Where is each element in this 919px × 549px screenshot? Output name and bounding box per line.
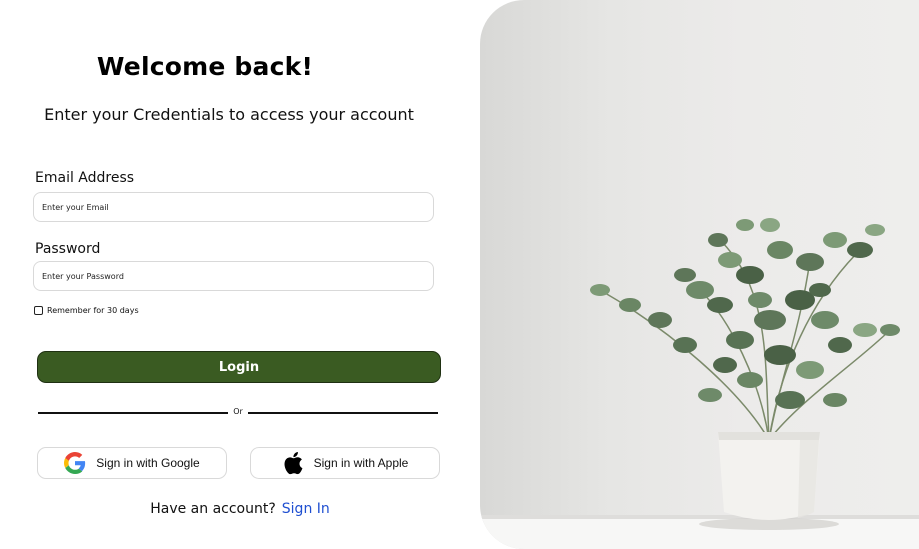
divider-line-right xyxy=(248,412,438,414)
password-input[interactable] xyxy=(33,261,434,291)
signin-link[interactable]: Sign In xyxy=(282,501,330,517)
signin-prompt: Have an account? Sign In xyxy=(0,501,480,517)
signin-prompt-text: Have an account? xyxy=(150,501,276,517)
remember-checkbox[interactable] xyxy=(34,306,43,315)
google-signin-label: Sign in with Google xyxy=(96,456,200,470)
divider-or: Or xyxy=(233,407,243,416)
apple-signin-button[interactable]: Sign in with Apple xyxy=(250,447,440,479)
remember-label: Remember for 30 days xyxy=(47,306,139,315)
plant-illustration xyxy=(480,218,919,549)
apple-signin-label: Sign in with Apple xyxy=(313,456,409,470)
hero-image xyxy=(480,0,919,549)
login-button[interactable]: Login xyxy=(37,351,441,383)
password-label: Password xyxy=(35,241,101,257)
apple-icon xyxy=(284,451,303,475)
google-signin-button[interactable]: Sign in with Google xyxy=(37,447,227,479)
email-input[interactable] xyxy=(33,192,434,222)
page-title: Welcome back! xyxy=(96,52,314,81)
google-icon xyxy=(64,452,86,474)
login-panel: Welcome back! Enter your Credentials to … xyxy=(0,0,480,549)
email-label: Email Address xyxy=(35,170,135,186)
page-subtitle: Enter your Credentials to access your ac… xyxy=(44,105,414,124)
divider-line-left xyxy=(38,412,228,414)
remember-me[interactable]: Remember for 30 days xyxy=(34,306,139,315)
